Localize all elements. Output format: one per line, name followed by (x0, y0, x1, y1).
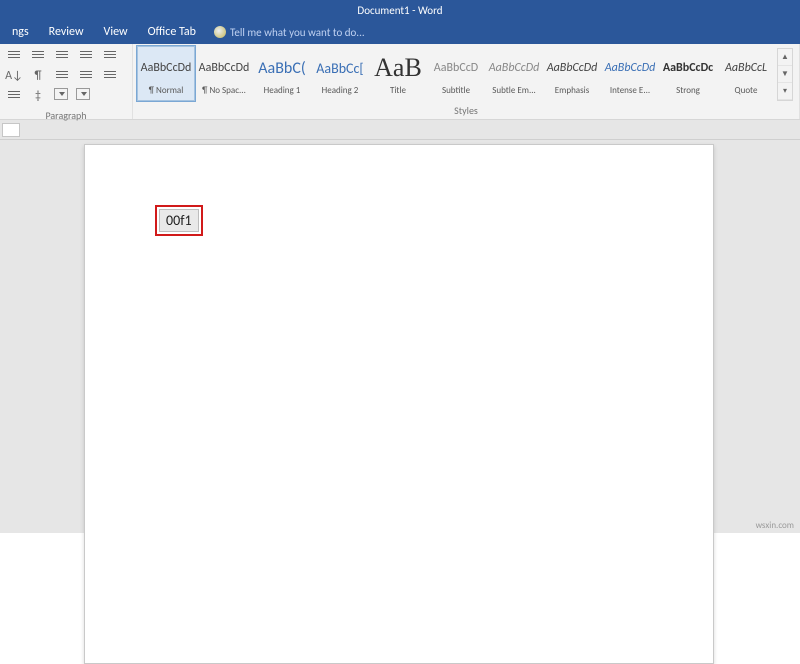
annotation-highlight: 00f1 (155, 205, 203, 236)
gallery-scroll-down[interactable]: ▼ (778, 66, 792, 83)
style-label: Heading 1 (254, 85, 310, 96)
tell-me-search[interactable]: Tell me what you want to do... (214, 26, 365, 39)
style-preview: AaB (371, 51, 425, 85)
gallery-scroll: ▲ ▼ ▾ (777, 48, 793, 101)
show-marks-icon[interactable]: ¶ (30, 68, 46, 84)
lightbulb-icon (214, 26, 226, 38)
line-spacing-icon[interactable]: ‡ (30, 88, 46, 104)
style-label: Quote (718, 85, 774, 96)
sort-icon[interactable]: A↓ (6, 68, 22, 84)
borders-icon[interactable] (76, 88, 90, 100)
styles-gallery: AaBbCcDd ¶ Normal AaBbCcDd ¶ No Spac... … (133, 44, 799, 103)
ribbon-tabs: ngs Review View Office Tab Tell me what … (0, 20, 800, 44)
style-label: ¶ Normal (138, 85, 194, 96)
style-label: Strong (660, 85, 716, 96)
tab-view[interactable]: View (96, 22, 136, 42)
style-subtle-emphasis[interactable]: AaBbCcDd Subtle Em... (485, 46, 543, 101)
style-title[interactable]: AaB Title (369, 46, 427, 101)
style-label: ¶ No Spac... (196, 85, 252, 96)
style-label: Intense E... (602, 85, 658, 96)
style-preview: AaBbC( (255, 51, 309, 85)
tab-office-tab[interactable]: Office Tab (140, 22, 204, 42)
group-styles: AaBbCcDd ¶ Normal AaBbCcDd ¶ No Spac... … (133, 44, 800, 119)
style-preview: AaBbCcDd (603, 51, 657, 85)
shading-icon[interactable] (54, 88, 68, 100)
style-subtitle[interactable]: AaBbCcD Subtitle (427, 46, 485, 101)
bullets-icon[interactable] (6, 48, 22, 64)
gallery-expand-icon[interactable]: ▾ (778, 83, 792, 100)
watermark: wsxin.com (756, 520, 794, 531)
style-preview: AaBbCcDd (197, 51, 251, 85)
align-right-icon[interactable] (102, 68, 118, 84)
align-left-icon[interactable] (54, 68, 70, 84)
decrease-indent-icon[interactable] (78, 48, 94, 64)
tab-review[interactable]: Review (41, 22, 92, 42)
gallery-scroll-up[interactable]: ▲ (778, 49, 792, 66)
style-normal[interactable]: AaBbCcDd ¶ Normal (137, 46, 195, 101)
style-label: Heading 2 (312, 85, 368, 96)
tab-truncated[interactable]: ngs (4, 22, 37, 42)
tell-me-placeholder: Tell me what you want to do... (230, 26, 365, 39)
align-center-icon[interactable] (78, 68, 94, 84)
multilevel-list-icon[interactable] (54, 48, 70, 64)
title-bar: Document1 - Word (0, 0, 800, 20)
style-preview: AaBbCcDd (139, 51, 193, 85)
style-preview: AaBbCcL (719, 51, 773, 85)
style-heading-1[interactable]: AaBbC( Heading 1 (253, 46, 311, 101)
ribbon: A↓ ¶ ‡ Paragraph AaBbCcDd ¶ Normal AaBbC… (0, 44, 800, 120)
document-title: Document1 - Word (357, 4, 442, 17)
style-preview: AaBbCcDd (545, 51, 599, 85)
style-preview: AaBbCcD (429, 51, 483, 85)
styles-group-label: Styles (133, 103, 799, 119)
style-intense-emphasis[interactable]: AaBbCcDd Intense E... (601, 46, 659, 101)
style-strong[interactable]: AaBbCcDc Strong (659, 46, 717, 101)
document-page[interactable]: 00f1 (84, 144, 714, 664)
style-preview: AaBbCcDd (487, 51, 541, 85)
style-label: Emphasis (544, 85, 600, 96)
style-no-spacing[interactable]: AaBbCcDd ¶ No Spac... (195, 46, 253, 101)
style-emphasis[interactable]: AaBbCcDd Emphasis (543, 46, 601, 101)
ruler-corner[interactable] (2, 123, 20, 137)
style-label: Subtle Em... (486, 85, 542, 96)
group-paragraph: A↓ ¶ ‡ Paragraph (0, 44, 133, 119)
increase-indent-icon[interactable] (102, 48, 118, 64)
style-label: Subtitle (428, 85, 484, 96)
document-text[interactable]: 00f1 (159, 209, 199, 232)
style-preview: AaBbCc[ (313, 51, 367, 85)
justify-icon[interactable] (6, 88, 22, 104)
style-heading-2[interactable]: AaBbCc[ Heading 2 (311, 46, 369, 101)
style-quote[interactable]: AaBbCcL Quote (717, 46, 775, 101)
numbering-icon[interactable] (30, 48, 46, 64)
style-preview: AaBbCcDc (661, 51, 715, 85)
style-label: Title (370, 85, 426, 96)
editor-workspace: 00f1 (0, 140, 800, 533)
paragraph-buttons: A↓ ¶ ‡ (0, 44, 132, 108)
